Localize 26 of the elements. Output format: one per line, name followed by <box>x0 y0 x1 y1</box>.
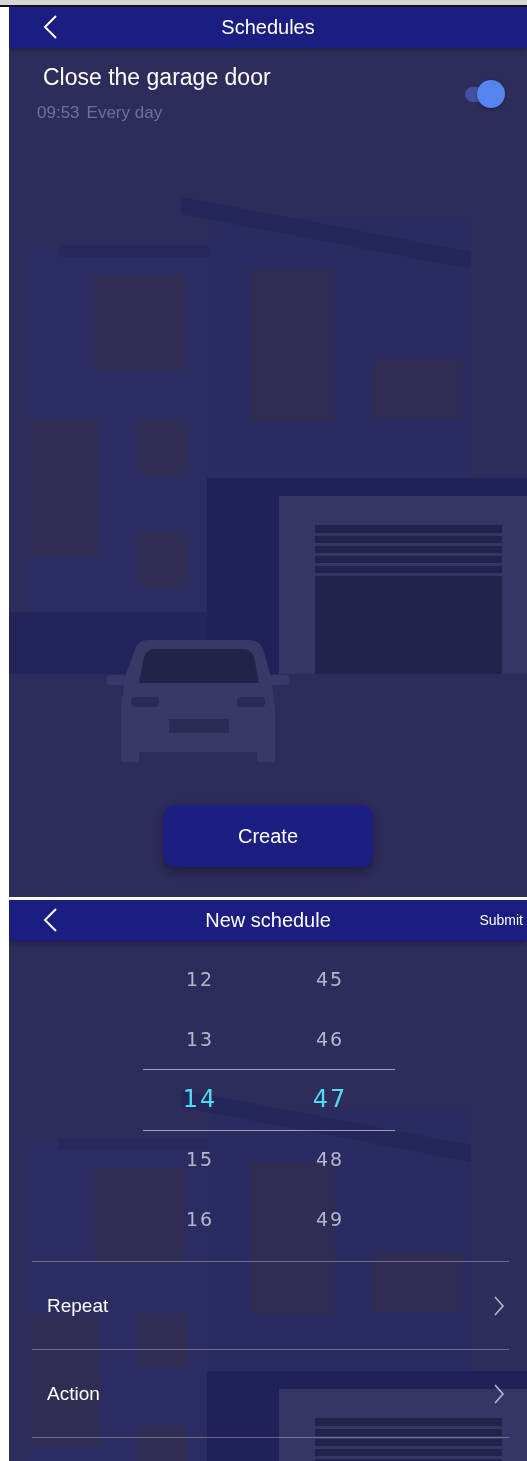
minute-option[interactable]: 46 <box>315 1028 345 1050</box>
settings-row[interactable]: Action <box>32 1350 509 1438</box>
schedule-time: 09:53 <box>37 103 80 123</box>
hour-option[interactable]: 12 <box>185 968 215 990</box>
minute-option[interactable]: 48 <box>315 1148 345 1170</box>
back-icon <box>42 14 58 40</box>
row-label: Repeat <box>47 1294 109 1317</box>
screen-title: Schedules <box>221 16 315 39</box>
hour-option[interactable]: 13 <box>185 1028 215 1050</box>
chevron-right-icon <box>493 1294 505 1317</box>
hour-option[interactable]: 15 <box>185 1148 215 1170</box>
minute-option[interactable]: 45 <box>315 968 345 990</box>
create-button[interactable]: Create <box>163 805 373 867</box>
schedule-name: Close the garage door <box>43 64 271 91</box>
schedule-toggle[interactable] <box>463 79 505 108</box>
settings-row[interactable]: Repeat <box>32 1262 509 1350</box>
row-label: Action <box>47 1382 100 1405</box>
submit-button[interactable]: Submit <box>477 910 525 930</box>
minute-option[interactable]: 47 <box>312 1085 348 1113</box>
hour-option[interactable]: 16 <box>185 1208 215 1230</box>
chevron-right-icon <box>493 1382 505 1405</box>
hour-option[interactable]: 14 <box>182 1085 218 1113</box>
schedule-repeat: Every day <box>86 103 163 123</box>
minute-option[interactable]: 49 <box>315 1208 345 1230</box>
back-icon <box>42 907 58 933</box>
screen-title: New schedule <box>205 909 331 932</box>
